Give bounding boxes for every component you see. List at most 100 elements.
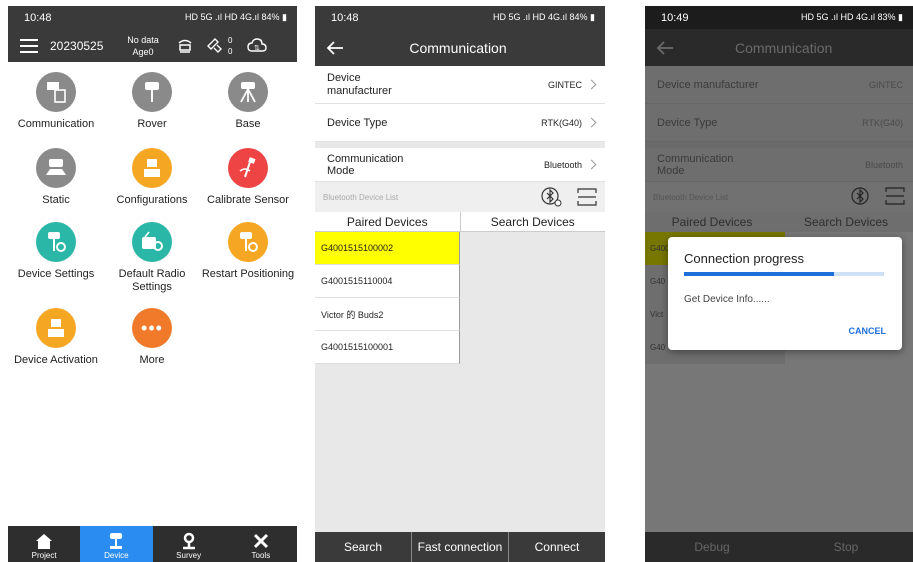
- bluetooth-list-label: Bluetooth Device List: [323, 192, 399, 202]
- count-bottom: 0: [228, 46, 233, 56]
- menu-icon[interactable]: [20, 38, 38, 53]
- paired-device-list: G4001515100002 G4001515110004 Victor 的 B…: [315, 232, 460, 364]
- connect-button[interactable]: Connect: [509, 532, 605, 562]
- connection-progress-screen: 10:49 HD 5G .ıl HD 4G.ıl 83% ▮ Communica…: [645, 6, 913, 562]
- cloud-icon[interactable]: ⇅: [246, 35, 268, 57]
- menu-label: Rover: [137, 118, 167, 130]
- satellite-icon[interactable]: [204, 35, 226, 57]
- age-text: Age0: [132, 46, 154, 57]
- status-indicators: HD 5G .ıl HD 4G.ıl 84% ▮: [185, 12, 287, 22]
- project-name: 20230525: [50, 38, 104, 53]
- tab-tools[interactable]: Tools: [225, 526, 297, 562]
- row-label: Communication Mode: [327, 152, 404, 177]
- status-indicators: HD 5G .ıl HD 4G.ıl 84% ▮: [493, 12, 595, 22]
- chevron-right-icon: [586, 117, 597, 128]
- receiver-icon[interactable]: [174, 35, 196, 57]
- list-item[interactable]: G4001515100002: [315, 232, 460, 265]
- row-communication-mode[interactable]: Communication Mode Bluetooth: [315, 148, 605, 182]
- search-button[interactable]: Search: [315, 532, 412, 562]
- menu-calibrate-sensor[interactable]: Calibrate Sensor: [200, 148, 296, 206]
- row-value: Bluetooth: [543, 159, 582, 170]
- communication-screen: 10:48 HD 5G .ıl HD 4G.ıl 84% ▮ Communica…: [315, 6, 605, 562]
- row-device-type[interactable]: Device Type RTK(G40): [315, 104, 605, 142]
- rover-icon: [132, 72, 172, 112]
- progress-bar: [684, 272, 884, 276]
- dialog-title: Connection progress: [684, 251, 804, 266]
- bluetooth-off-icon: [851, 187, 869, 205]
- tab-project[interactable]: Project: [8, 526, 80, 562]
- tab-paired-devices: Paired Devices: [671, 215, 753, 229]
- menu-device-settings[interactable]: Device Settings: [8, 222, 104, 280]
- app-bar: Communication: [315, 29, 605, 66]
- debug-button: Debug: [694, 540, 730, 554]
- status-time: 10:48: [24, 11, 52, 24]
- tools-icon: [253, 533, 268, 549]
- row-label: Device manufacturer: [327, 71, 392, 97]
- row-value: Bluetooth: [864, 159, 903, 170]
- menu-label: More: [139, 354, 165, 366]
- tab-label: Device: [104, 551, 129, 560]
- menu-configurations[interactable]: Configurations: [104, 148, 200, 206]
- menu-label: Calibrate Sensor: [207, 194, 289, 206]
- svg-text:⇅: ⇅: [254, 45, 260, 52]
- menu-restart-positioning[interactable]: Restart Positioning: [200, 222, 296, 280]
- menu-rover[interactable]: Rover: [104, 72, 200, 130]
- action-bar: Debug Stop: [645, 532, 913, 562]
- bluetooth-list-label: Bluetooth Device List: [653, 192, 729, 202]
- connection-progress-dialog: Connection progress Get Device Info.....…: [668, 237, 902, 350]
- dialog-message: Get Device Info......: [684, 294, 770, 305]
- tab-search-devices[interactable]: Search Devices: [461, 212, 606, 231]
- page-title: Communication: [409, 39, 507, 56]
- menu-more[interactable]: ••• More: [104, 308, 200, 366]
- app-bar: 20230525 No data Age0 0 0 ⇅: [8, 29, 297, 62]
- list-item[interactable]: G4001515100001: [315, 331, 460, 364]
- row-value: RTK(G40): [541, 117, 582, 128]
- status-bar: 10:48 HD 5G .ıl HD 4G.ıl 84% ▮: [8, 6, 297, 29]
- row-label: Device Type: [657, 116, 718, 129]
- action-bar: Search Fast connection Connect: [315, 532, 605, 562]
- menu-label: Communication: [17, 118, 95, 130]
- more-icon: •••: [132, 308, 172, 348]
- tab-search-devices: Search Devices: [803, 215, 889, 229]
- menu-label: Device Activation: [14, 354, 98, 366]
- fast-connection-button[interactable]: Fast connection: [412, 532, 509, 562]
- satellite-count: 0 0: [228, 35, 232, 57]
- status-time: 10:49: [661, 11, 689, 24]
- device-icon: [110, 533, 123, 549]
- row-value: GINTEC: [868, 79, 903, 90]
- row-value: GINTEC: [547, 79, 582, 90]
- tab-survey[interactable]: Survey: [153, 526, 225, 562]
- scan-icon[interactable]: [577, 188, 597, 206]
- static-icon: [36, 148, 76, 188]
- menu-communication[interactable]: Communication: [8, 72, 104, 130]
- menu-static[interactable]: Static: [8, 148, 104, 206]
- row-device-manufacturer[interactable]: Device manufacturer GINTEC: [315, 66, 605, 104]
- base-icon: [228, 72, 268, 112]
- tab-device[interactable]: Device: [80, 526, 153, 562]
- list-item[interactable]: G4001515110004: [315, 265, 460, 298]
- status-indicators: HD 5G .ıl HD 4G.ıl 83% ▮: [801, 12, 903, 22]
- device-activation-icon: [36, 308, 76, 348]
- home-icon: [36, 534, 53, 549]
- row-communication-mode: Communication Mode Bluetooth: [645, 148, 913, 182]
- configurations-icon: [132, 148, 172, 188]
- bluetooth-off-icon[interactable]: [541, 187, 563, 207]
- menu-base[interactable]: Base: [200, 72, 296, 130]
- row-device-type: Device Type RTK(G40): [645, 104, 913, 142]
- menu-default-radio-settings[interactable]: Default Radio Settings: [104, 222, 200, 294]
- tab-label: Project: [31, 551, 57, 560]
- progress-fill: [684, 272, 834, 276]
- menu-device-activation[interactable]: Device Activation: [8, 308, 104, 366]
- app-bar: Communication: [645, 29, 913, 66]
- count-top: 0: [228, 35, 233, 45]
- solution-status-text: No data: [127, 34, 159, 45]
- tab-paired-devices[interactable]: Paired Devices: [315, 212, 461, 231]
- list-item[interactable]: Victor 的 Buds2: [315, 298, 460, 331]
- row-value: RTK(G40): [862, 117, 903, 128]
- cancel-button[interactable]: CANCEL: [849, 326, 887, 336]
- solution-status: No data Age0: [120, 34, 166, 58]
- row-label: Device Type: [327, 116, 388, 129]
- page-title: Communication: [735, 39, 833, 56]
- back-arrow-icon[interactable]: [325, 40, 345, 56]
- row-label: Device manufacturer: [657, 78, 759, 91]
